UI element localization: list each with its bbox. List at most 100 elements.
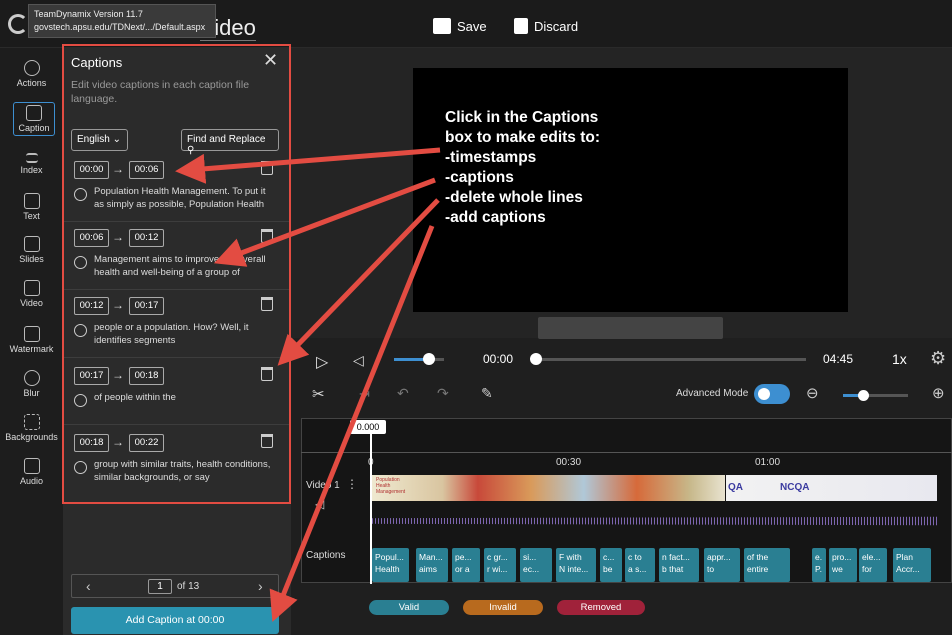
sidebar-item-audio[interactable]: Audio [0, 458, 63, 486]
sidebar-item-caption[interactable]: Caption [13, 102, 55, 136]
caption-text[interactable]: people or a population. How? Well, it id… [94, 321, 276, 347]
sidebar-item-text[interactable]: Text [0, 193, 63, 221]
redo-icon[interactable]: ↷ [437, 385, 449, 402]
version-tooltip: TeamDynamix Version 11.7 govstech.apsu.e… [28, 4, 216, 38]
caption-block-text: e. [815, 552, 823, 562]
legend-removed: Removed [557, 600, 645, 615]
play-caption-icon[interactable] [74, 256, 87, 269]
caption-block[interactable]: Plan Accr... [893, 548, 931, 582]
url-text: govstech.apsu.edu/TDNext/.../Default.asp… [34, 22, 206, 32]
trash-icon[interactable] [261, 434, 273, 448]
playhead-label[interactable]: 0.000 [350, 420, 386, 434]
discard-button[interactable]: Discard [514, 18, 578, 34]
split-icon[interactable]: ⇥ [359, 386, 370, 402]
zoom-track[interactable] [843, 390, 908, 401]
sidebar-item-slides[interactable]: Slides [0, 236, 63, 264]
play-icon[interactable]: ▷ [316, 352, 328, 372]
end-time-input[interactable]: 00:12 [129, 229, 164, 247]
caption-block-text: we [832, 564, 843, 574]
duration-time: 04:45 [823, 352, 854, 366]
toggle-knob [758, 388, 770, 400]
tick-label: 00:30 [556, 457, 582, 468]
caption-block[interactable]: Man... aims [416, 548, 448, 582]
end-time-input[interactable]: 00:22 [129, 434, 164, 452]
caption-text[interactable]: of people within the [94, 391, 276, 404]
caption-block[interactable]: ele... for [859, 548, 887, 582]
caption-text[interactable]: group with similar traits, health condit… [94, 458, 276, 484]
play-caption-icon[interactable] [74, 188, 87, 201]
start-time-input[interactable]: 00:00 [74, 161, 109, 179]
volume-icon[interactable]: ◁ [353, 352, 364, 369]
arrow-right-icon: → [112, 368, 124, 382]
sidebar-item-index[interactable]: Index [0, 150, 63, 175]
page-number-input[interactable]: 1 [148, 579, 172, 594]
undo-icon[interactable]: ↶ [397, 385, 409, 402]
caption-block[interactable]: si... ec... [520, 548, 552, 582]
caption-block[interactable]: c gr... r wi... [484, 548, 516, 582]
trash-icon[interactable] [261, 161, 273, 175]
trash-icon[interactable] [261, 297, 273, 311]
zoom-in-icon[interactable]: ⊕ [932, 384, 945, 402]
sidebar-item-actions[interactable]: Actions [0, 60, 63, 88]
caption-block[interactable]: of the entire [744, 548, 790, 582]
caption-text[interactable]: Management aims to improve the overall h… [94, 253, 276, 279]
sidebar-item-label: Video [20, 298, 43, 308]
caption-block[interactable]: appr... to [704, 548, 740, 582]
caption-block[interactable]: Popul... Health [372, 548, 409, 582]
start-time-input[interactable]: 00:06 [74, 229, 109, 247]
search-icon: ⚲ [187, 145, 195, 156]
caption-block-text: N inte... [559, 564, 589, 574]
zoom-knob[interactable] [857, 390, 869, 401]
end-time-input[interactable]: 00:06 [129, 161, 164, 179]
caption-block[interactable]: c to a s... [625, 548, 655, 582]
caption-text[interactable]: Population Health Management. To put it … [94, 185, 276, 211]
playback-speed[interactable]: 1x [892, 351, 907, 367]
start-time-input[interactable]: 00:18 [74, 434, 109, 452]
volume-knob[interactable] [423, 353, 435, 365]
close-icon[interactable]: ✕ [263, 50, 278, 71]
start-time-input[interactable]: 00:17 [74, 367, 109, 385]
start-time-input[interactable]: 00:12 [74, 297, 109, 315]
caption-block[interactable]: e. P. [812, 548, 826, 582]
sidebar-item-blur[interactable]: Blur [0, 370, 63, 398]
find-replace-button[interactable]: Find and Replace ⚲ [181, 129, 279, 156]
panel-description: Edit video captions in each caption file… [71, 79, 250, 105]
history-icon [23, 60, 40, 76]
prev-page-icon[interactable]: ‹ [86, 578, 91, 594]
zoom-out-icon[interactable]: ⊖ [806, 384, 819, 402]
caption-block[interactable]: n fact... b that [659, 548, 699, 582]
caption-block-text: for [862, 564, 872, 574]
pencil-icon[interactable]: ✎ [481, 385, 493, 402]
divider [63, 424, 289, 425]
arrow-right-icon: → [112, 230, 124, 244]
settings-gear-icon[interactable]: ⚙ [930, 348, 946, 369]
seek-track[interactable] [530, 353, 806, 365]
caption-block[interactable]: c... be [600, 548, 622, 582]
more-options-icon[interactable]: ⋮ [346, 477, 358, 491]
trash-icon[interactable] [261, 367, 273, 381]
caption-block[interactable]: pe... or a [452, 548, 480, 582]
play-caption-icon[interactable] [74, 461, 87, 474]
blur-icon [23, 370, 40, 386]
advanced-mode-toggle[interactable] [754, 384, 790, 404]
divider [63, 357, 289, 358]
end-time-input[interactable]: 00:17 [129, 297, 164, 315]
play-caption-icon[interactable] [74, 324, 87, 337]
caption-block[interactable]: F with N inte... [556, 548, 596, 582]
save-button[interactable]: Save [433, 18, 487, 34]
sidebar-item-video[interactable]: Video [0, 280, 63, 308]
add-caption-button[interactable]: Add Caption at 00:00 [71, 607, 279, 634]
playhead[interactable] [370, 434, 372, 584]
language-select[interactable]: English ⌄ [71, 129, 128, 151]
trash-icon[interactable] [261, 229, 273, 243]
caption-block[interactable]: pro... we [829, 548, 857, 582]
volume-track[interactable] [394, 353, 444, 365]
end-time-input[interactable]: 00:18 [129, 367, 164, 385]
next-page-icon[interactable]: › [258, 578, 263, 594]
seek-knob[interactable] [530, 353, 542, 365]
track-volume-icon[interactable]: ◁ [315, 497, 324, 511]
sidebar-item-backgrounds[interactable]: Backgrounds [0, 414, 63, 442]
sidebar-item-watermark[interactable]: Watermark [0, 326, 63, 354]
scissors-icon[interactable]: ✂ [312, 385, 325, 403]
play-caption-icon[interactable] [74, 394, 87, 407]
